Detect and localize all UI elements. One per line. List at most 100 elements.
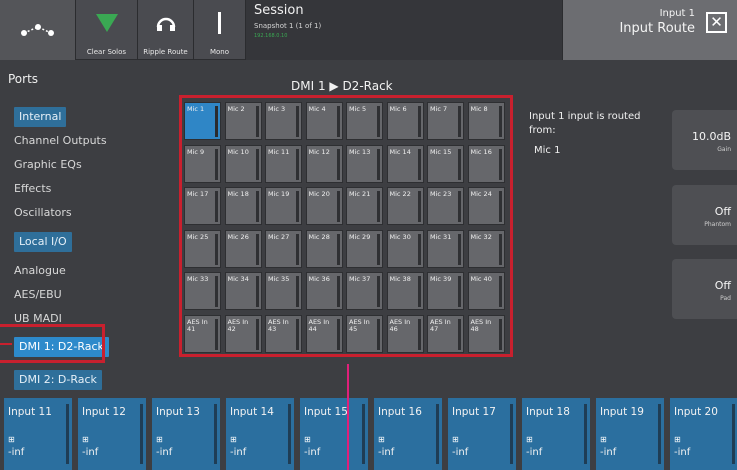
grid-cell[interactable]: Mic 28 [305,229,343,268]
channel-strip-item[interactable]: Input 12 ⊞ -inf [78,398,146,470]
grid-cell[interactable]: Mic 22 [386,187,424,225]
route-info-line2: from: [529,125,556,136]
channel-strip-item[interactable]: Input 20 ⊞ -inf [670,398,737,470]
grid-cell-label: Mic 29 [349,232,371,241]
channel-level: -inf [452,447,469,458]
channel-strip-item[interactable]: Input 13 ⊞ -inf [152,398,220,470]
grid-cell[interactable]: Mic 18 [224,187,262,225]
port-header-local-io[interactable]: Local I/O [14,232,72,252]
channel-name: Input 15 [304,406,348,418]
port-analogue[interactable]: Analogue [14,261,66,281]
channel-level: -inf [600,447,617,458]
grid-cell[interactable]: AES In 41 [184,314,221,353]
grid-cell[interactable]: Mic 20 [305,187,343,225]
grid-cell[interactable]: Mic 31 [427,229,464,268]
port-dmi2-d-rack[interactable]: DMI 2: D-Rack [14,370,102,390]
grid-cell[interactable]: Mic 32 [467,229,505,268]
grid-cell[interactable]: Mic 29 [346,229,383,268]
grid-cell[interactable]: Mic 16 [467,144,505,183]
port-aes-ebu[interactable]: AES/EBU [14,285,62,305]
grid-cell[interactable]: Mic 33 [184,272,221,310]
grid-cell-indicator [215,106,218,137]
gain-button[interactable]: 10.0dB Gain [672,110,737,170]
grid-cell[interactable]: AES In 47 [427,314,464,353]
grid-cell[interactable]: Mic 26 [224,229,262,268]
channel-icon: ⊞ [230,435,237,444]
clear-solos-button[interactable]: Clear Solos [76,0,138,60]
grid-cell[interactable]: Mic 12 [305,144,343,183]
channel-strip-item[interactable]: Input 14 ⊞ -inf [226,398,294,470]
ripple-route-button[interactable]: Ripple Route [138,0,194,60]
grid-cell[interactable]: Mic 11 [265,144,302,183]
port-effects[interactable]: Effects [14,179,51,199]
grid-cell[interactable]: Mic 38 [386,272,424,310]
close-icon[interactable]: ✕ [706,12,727,33]
grid-cell[interactable]: Mic 17 [184,187,221,225]
grid-cell[interactable]: AES In 43 [265,314,302,353]
channel-icon: ⊞ [156,435,163,444]
grid-cell-label: Mic 39 [430,275,452,283]
grid-cell[interactable]: AES In 46 [386,314,424,353]
port-channel-outputs[interactable]: Channel Outputs [14,131,107,151]
mono-button[interactable]: Mono [194,0,246,60]
grid-cell[interactable]: Mic 14 [386,144,424,183]
grid-cell[interactable]: Mic 4 [305,102,343,140]
channel-strip-item[interactable]: Input 18 ⊞ -inf [522,398,590,470]
grid-cell-label: Mic 20 [308,190,330,198]
grid-cell[interactable]: Mic 10 [224,144,262,183]
grid-cell[interactable]: Mic 27 [265,229,302,268]
port-graphic-eqs[interactable]: Graphic EQs [14,155,82,175]
grid-cell-indicator [255,233,259,265]
channel-level: -inf [230,447,247,458]
port-oscillators[interactable]: Oscillators [14,203,72,223]
grid-cell[interactable]: Mic 21 [346,187,383,225]
session-panel[interactable]: Session Snapshot 1 (1 of 1) 192.168.0.10 [246,0,563,60]
channel-strip-item[interactable]: Input 19 ⊞ -inf [596,398,664,470]
grid-cell[interactable]: Mic 19 [265,187,302,225]
channel-strip-item[interactable]: Input 16 ⊞ -inf [374,398,442,470]
pad-value: Off [714,279,731,292]
grid-cell[interactable]: AES In 45 [346,314,383,353]
grid-cell[interactable]: Mic 40 [467,272,505,310]
channel-meter [436,404,439,464]
grid-cell[interactable]: Mic 1 [184,102,221,140]
grid-cell-label: Mic 33 [187,275,209,283]
grid-cell[interactable]: AES In 42 [224,314,262,353]
channel-strip-item[interactable]: Input 17 ⊞ -inf [448,398,516,470]
grid-cell[interactable]: Mic 5 [346,102,383,140]
grid-cell[interactable]: Mic 23 [427,187,464,225]
scenes-button[interactable] [0,0,76,60]
grid-cell-indicator [458,276,461,307]
grid-cell[interactable]: Mic 7 [427,102,464,140]
ripple-route-label: Ripple Route [143,48,188,56]
channel-strip-item[interactable]: Input 15 ⊞ -inf [300,398,368,470]
pad-button[interactable]: Off Pad [672,259,737,319]
grid-cell[interactable]: Mic 9 [184,144,221,183]
port-header-internal[interactable]: Internal [14,107,67,127]
grid-cell[interactable]: Mic 2 [224,102,262,140]
grid-cell[interactable]: Mic 35 [265,272,302,310]
route-header: Input 1 Input Route ✕ [563,0,737,60]
grid-cell[interactable]: Mic 36 [305,272,343,310]
grid-cell[interactable]: Mic 3 [265,102,302,140]
grid-cell-indicator [336,191,340,222]
grid-cell[interactable]: Mic 25 [184,229,221,268]
grid-cell[interactable]: Mic 6 [386,102,424,140]
grid-cell[interactable]: AES In 44 [305,314,343,353]
channel-meter [214,404,217,464]
grid-cell[interactable]: Mic 8 [467,102,505,140]
grid-cell[interactable]: Mic 39 [427,272,464,310]
grid-cell[interactable]: Mic 13 [346,144,383,183]
grid-cell[interactable]: Mic 15 [427,144,464,183]
grid-cell-label: Mic 11 [268,147,290,156]
grid-cell-indicator [417,276,421,307]
grid-cell[interactable]: Mic 30 [386,229,424,268]
grid-cell-indicator [377,318,380,350]
grid-cell-label: Mic 5 [349,105,367,113]
grid-cell[interactable]: Mic 37 [346,272,383,310]
phantom-button[interactable]: Off Phantom [672,185,737,245]
grid-cell[interactable]: AES In 48 [467,314,505,353]
channel-strip-item[interactable]: Input 11 ⊞ -inf [4,398,72,470]
grid-cell[interactable]: Mic 34 [224,272,262,310]
grid-cell[interactable]: Mic 24 [467,187,505,225]
